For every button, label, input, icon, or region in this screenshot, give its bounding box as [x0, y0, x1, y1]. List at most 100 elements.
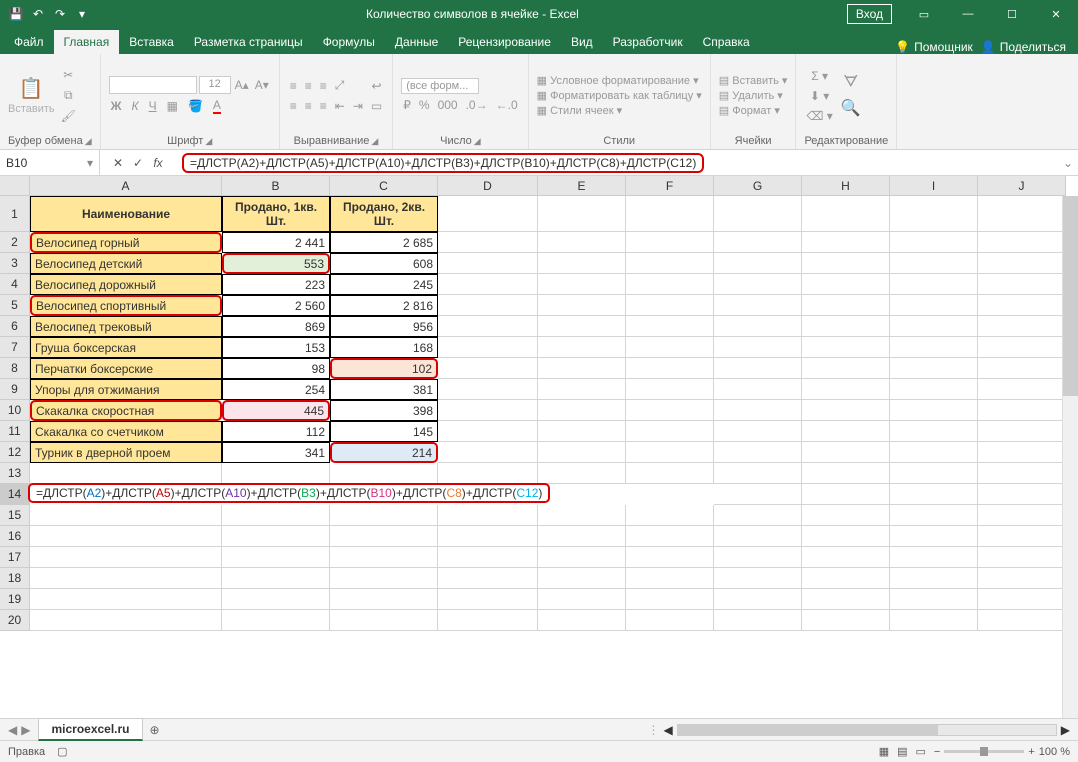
cell-c9[interactable]: 381: [330, 379, 438, 400]
cell[interactable]: [30, 610, 222, 631]
cell[interactable]: [714, 442, 802, 463]
cell-b5[interactable]: 2 560: [222, 295, 330, 316]
cell[interactable]: [438, 421, 538, 442]
cell[interactable]: [978, 610, 1066, 631]
cell[interactable]: [714, 337, 802, 358]
cell-a2[interactable]: Велосипед горный: [30, 232, 222, 253]
row-header[interactable]: 5: [0, 295, 30, 316]
cell[interactable]: [978, 547, 1066, 568]
cell[interactable]: [802, 484, 890, 505]
cell[interactable]: [714, 196, 802, 232]
cell[interactable]: [978, 337, 1066, 358]
hscroll-left-icon[interactable]: ◀: [664, 723, 673, 737]
cell[interactable]: [890, 589, 978, 610]
cell[interactable]: [438, 295, 538, 316]
cell[interactable]: [538, 295, 626, 316]
cell[interactable]: [802, 442, 890, 463]
tab-review[interactable]: Рецензирование: [448, 30, 561, 54]
cell[interactable]: [438, 547, 538, 568]
cell[interactable]: [30, 505, 222, 526]
cell-b7[interactable]: 153: [222, 337, 330, 358]
cell[interactable]: [330, 526, 438, 547]
table-header[interactable]: Продано, 1кв. Шт.: [222, 196, 330, 232]
cell-b3[interactable]: 553: [222, 253, 330, 274]
cell[interactable]: [626, 253, 714, 274]
row-header[interactable]: 10: [0, 400, 30, 421]
cell[interactable]: [222, 568, 330, 589]
tab-home[interactable]: Главная: [54, 30, 120, 54]
decrease-font-icon[interactable]: A▾: [253, 76, 271, 94]
cell[interactable]: [802, 400, 890, 421]
row-header[interactable]: 13: [0, 463, 30, 484]
cell[interactable]: [802, 421, 890, 442]
col-header[interactable]: A: [30, 176, 222, 196]
orientation-icon[interactable]: ⤢: [333, 76, 347, 95]
col-header[interactable]: I: [890, 176, 978, 196]
col-header[interactable]: D: [438, 176, 538, 196]
cell-c3[interactable]: 608: [330, 253, 438, 274]
align-launcher-icon[interactable]: ◢: [371, 136, 378, 147]
cell[interactable]: [978, 568, 1066, 589]
cell[interactable]: [890, 196, 978, 232]
cell[interactable]: [978, 505, 1066, 526]
cell[interactable]: [626, 232, 714, 253]
cell-b6[interactable]: 869: [222, 316, 330, 337]
cell[interactable]: [714, 589, 802, 610]
row-header[interactable]: 8: [0, 358, 30, 379]
clear-icon[interactable]: ⌫ ▾: [804, 107, 834, 125]
cell[interactable]: [890, 337, 978, 358]
cell[interactable]: [802, 274, 890, 295]
cell[interactable]: [714, 463, 802, 484]
cell[interactable]: [626, 484, 714, 505]
view-layout-icon[interactable]: ▤: [897, 745, 907, 758]
cancel-formula-icon[interactable]: ✕: [108, 156, 128, 170]
cell[interactable]: [438, 442, 538, 463]
cell[interactable]: [714, 253, 802, 274]
cell[interactable]: [30, 568, 222, 589]
col-header[interactable]: J: [978, 176, 1066, 196]
row-header[interactable]: 19: [0, 589, 30, 610]
sort-filter-icon[interactable]: ᗊ: [839, 72, 863, 94]
cell[interactable]: [890, 526, 978, 547]
cell[interactable]: [802, 526, 890, 547]
format-cells-button[interactable]: ▤ Формат ▾: [719, 104, 788, 117]
cell[interactable]: [626, 274, 714, 295]
cell[interactable]: [626, 337, 714, 358]
cell[interactable]: [538, 547, 626, 568]
row-header[interactable]: 17: [0, 547, 30, 568]
cell[interactable]: [330, 610, 438, 631]
cell[interactable]: [538, 526, 626, 547]
decrease-decimal-icon[interactable]: ←.0: [494, 96, 520, 114]
format-painter-icon[interactable]: 🖌: [59, 107, 78, 125]
undo-icon[interactable]: ↶: [30, 6, 46, 22]
row-header[interactable]: 9: [0, 379, 30, 400]
cell[interactable]: [538, 196, 626, 232]
cell[interactable]: [978, 295, 1066, 316]
col-header[interactable]: C: [330, 176, 438, 196]
cell[interactable]: [978, 196, 1066, 232]
cell-c2[interactable]: 2 685: [330, 232, 438, 253]
cell[interactable]: [626, 526, 714, 547]
row-header[interactable]: 3: [0, 253, 30, 274]
cell[interactable]: [714, 295, 802, 316]
cell[interactable]: [626, 316, 714, 337]
cell[interactable]: [890, 442, 978, 463]
format-table-button[interactable]: ▦ Форматировать как таблицу ▾: [537, 89, 702, 102]
cell[interactable]: [438, 526, 538, 547]
cell[interactable]: [438, 400, 538, 421]
cell[interactable]: [978, 589, 1066, 610]
cell[interactable]: [714, 274, 802, 295]
bold-icon[interactable]: Ж: [109, 96, 124, 116]
cell[interactable]: [626, 610, 714, 631]
cell-b10[interactable]: 445: [222, 400, 330, 421]
sheet-next-icon[interactable]: ▶: [21, 723, 30, 737]
cell-c10[interactable]: 398: [330, 400, 438, 421]
cell[interactable]: [538, 337, 626, 358]
tab-developer[interactable]: Разработчик: [603, 30, 693, 54]
cell[interactable]: [978, 274, 1066, 295]
macro-record-icon[interactable]: ▢: [57, 745, 67, 758]
table-header[interactable]: Наименование: [30, 196, 222, 232]
font-color-icon[interactable]: A: [211, 96, 223, 116]
cell-styles-button[interactable]: ▦ Стили ячеек ▾: [537, 104, 702, 117]
cell[interactable]: [890, 610, 978, 631]
